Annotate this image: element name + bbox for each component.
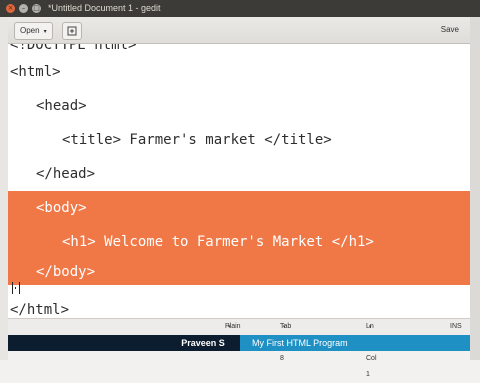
open-button-label: Open <box>20 26 40 35</box>
close-icon: × <box>7 4 14 12</box>
new-document-button[interactable] <box>62 22 82 40</box>
code-line-text: </head> <box>36 166 96 182</box>
code-line: <html> <box>8 55 470 89</box>
code-line: <head> <box>8 89 470 123</box>
save-button-label: Save <box>440 25 459 34</box>
save-button[interactable]: Save <box>436 22 464 38</box>
code-line-text: <html> <box>10 64 61 80</box>
status-bar: Plain Text▾ Tab Width: 8▾ Ln 16, Col 1▾ … <box>8 318 470 378</box>
code-line-text: </html> <box>10 302 70 318</box>
program-title: My First HTML Program <box>240 335 470 351</box>
code-line-text: </body> <box>36 264 96 280</box>
chevron-down-icon: ▾ <box>228 324 231 330</box>
maximize-icon: □ <box>33 4 40 12</box>
code-line-selected: <h1> Welcome to Farmer's Market </h1> <box>8 225 470 259</box>
chevron-down-icon: ▾ <box>369 324 372 330</box>
new-document-icon <box>67 26 77 36</box>
header-bar: Open ▾ Save <box>8 17 470 44</box>
code-line-text: <title> Farmer's market </title> <box>62 132 332 148</box>
chevron-down-icon: ▾ <box>43 29 47 35</box>
open-button[interactable]: Open ▾ <box>14 22 53 40</box>
close-window-button[interactable]: × <box>6 4 15 13</box>
code-line: </head> <box>8 157 470 191</box>
code-line-text: <head> <box>36 98 87 114</box>
code-line-text: <body> <box>36 200 87 216</box>
code-line: </html> <box>8 293 470 318</box>
code-line-selected: <body> <box>8 191 470 225</box>
window-title: *Untitled Document 1 - gedit <box>48 3 161 13</box>
minimize-icon: – <box>21 4 26 12</box>
code-line: <title> Farmer's market </title> <box>8 123 470 157</box>
code-line-selected: </body> <box>8 259 470 285</box>
minimize-window-button[interactable]: – <box>19 4 28 13</box>
presenter-name: Praveen S <box>181 338 225 348</box>
text-editor[interactable]: <!DOCTYPE html> <html> <head> <title> Fa… <box>8 44 470 318</box>
code-line-text: <h1> Welcome to Farmer's Market </h1> <box>62 234 374 250</box>
maximize-window-button[interactable]: □ <box>32 4 41 13</box>
insert-mode-indicator: INS <box>450 323 462 330</box>
chevron-down-icon: ▾ <box>283 324 286 330</box>
window-titlebar: × – □ *Untitled Document 1 - gedit <box>0 0 480 17</box>
